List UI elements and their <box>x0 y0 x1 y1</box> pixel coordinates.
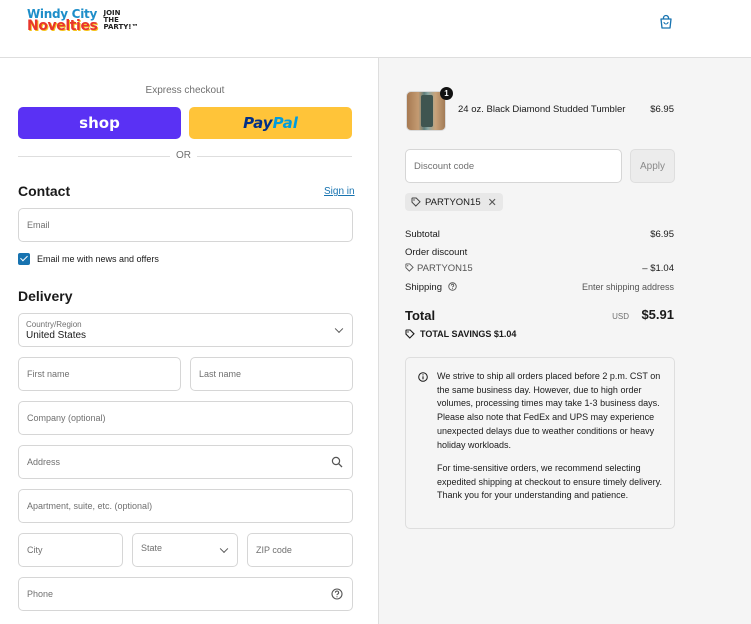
order-discount-row: Order discount <box>405 247 468 258</box>
sign-in-link[interactable]: Sign in <box>324 186 355 197</box>
checkout-form: Express checkout shop Pay Pal OR Contact … <box>0 58 378 624</box>
delivery-heading: Delivery <box>18 288 73 304</box>
chevron-down-icon <box>334 324 344 334</box>
product-name: 24 oz. Black Diamond Studded Tumbler <box>458 104 626 115</box>
info-icon <box>418 372 428 382</box>
help-circle-icon[interactable] <box>331 588 343 600</box>
discount-code-row: PARTYON15 – $1.04 <box>405 263 674 274</box>
country-select[interactable]: Country/Region United States <box>18 313 353 347</box>
notice-paragraph: We strive to ship all orders placed befo… <box>437 371 661 450</box>
tag-icon <box>405 263 414 272</box>
contact-heading: Contact <box>18 183 71 199</box>
shopping-bag-icon[interactable] <box>658 14 674 30</box>
apartment-field[interactable]: Apartment, suite, etc. (optional) <box>18 489 353 523</box>
last-name-field[interactable]: Last name <box>190 357 353 391</box>
help-circle-icon[interactable] <box>447 282 457 291</box>
currency-code: USD <box>612 312 629 321</box>
paypal-button[interactable]: Pay Pal <box>189 107 352 139</box>
logo-tagline: JOIN THE PARTY!™ <box>103 8 139 31</box>
logo-wordmark: Windy City Novelties <box>27 7 98 34</box>
subtotal-row: Subtotal $6.95 <box>405 229 674 240</box>
applied-discount-tag: PARTYON15 ✕ <box>405 193 503 211</box>
shipping-notice: We strive to ship all orders placed befo… <box>405 357 675 529</box>
remove-discount-icon[interactable]: ✕ <box>488 196 497 209</box>
total-label: Total <box>405 308 436 323</box>
tag-icon <box>411 197 421 207</box>
apply-discount-button[interactable]: Apply <box>630 149 675 183</box>
chevron-down-icon <box>219 544 229 554</box>
order-summary: 1 24 oz. Black Diamond Studded Tumbler $… <box>378 58 751 624</box>
state-select[interactable]: State <box>132 533 238 567</box>
zip-code-field[interactable]: ZIP code <box>247 533 353 567</box>
address-field[interactable]: Address <box>18 445 353 479</box>
product-price: $6.95 <box>650 104 674 115</box>
newsletter-checkbox[interactable] <box>18 253 30 265</box>
notice-paragraph: For time-sensitive orders, we recommend … <box>437 463 662 501</box>
total-savings: TOTAL SAVINGS $1.04 <box>405 329 516 339</box>
shop-pay-button[interactable]: shop <box>18 107 181 139</box>
phone-field[interactable]: Phone <box>18 577 353 611</box>
newsletter-label: Email me with news and offers <box>37 254 159 264</box>
tag-icon <box>405 329 415 339</box>
discount-code-field[interactable]: Discount code <box>405 149 622 183</box>
express-checkout-label: Express checkout <box>145 85 225 96</box>
tumbler-image <box>421 95 433 127</box>
quantity-badge: 1 <box>440 87 453 100</box>
shipping-row: Shipping Enter shipping address <box>405 282 674 293</box>
city-field[interactable]: City <box>18 533 123 567</box>
checkout-header: Windy City Novelties JOIN THE PARTY!™ <box>0 0 751 58</box>
total-amount: $5.91 <box>641 307 674 322</box>
store-logo[interactable]: Windy City Novelties JOIN THE PARTY!™ <box>27 7 139 34</box>
search-icon <box>331 456 343 468</box>
or-divider-label: OR <box>170 150 197 161</box>
company-field[interactable]: Company (optional) <box>18 401 353 435</box>
product-thumbnail: 1 <box>406 87 453 131</box>
email-field[interactable]: Email <box>18 208 353 242</box>
first-name-field[interactable]: First name <box>18 357 181 391</box>
